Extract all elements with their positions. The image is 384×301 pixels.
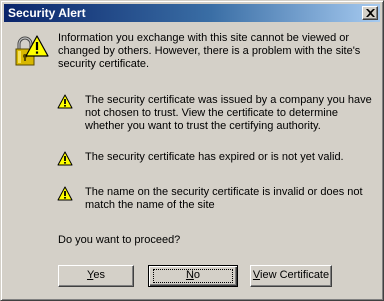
window-title: Security Alert: [8, 6, 86, 20]
yes-button[interactable]: Yes: [58, 265, 134, 287]
warning-icon: [57, 94, 73, 109]
warning-icon: [57, 186, 73, 201]
intro-text: Information you exchange with this site …: [58, 32, 361, 70]
security-alert-dialog: Security Alert Information you exchange …: [0, 0, 384, 301]
proceed-question: Do you want to proceed?: [58, 234, 181, 246]
view-certificate-label: iew Certificate: [260, 269, 330, 281]
close-button[interactable]: [362, 6, 378, 20]
view-certificate-button[interactable]: View Certificate: [250, 265, 332, 287]
padlock-warning-icon: [15, 35, 49, 66]
focus-ring: [153, 269, 233, 283]
warning-text: The security certificate has expired or …: [85, 151, 344, 163]
no-button[interactable]: No: [148, 265, 238, 287]
close-icon: [366, 9, 375, 17]
yes-label: es: [93, 269, 105, 281]
view-certificate-mnemonic: V: [252, 269, 261, 281]
warning-text: The name on the security certificate is …: [85, 186, 363, 211]
warning-text: The security certificate was issued by a…: [85, 94, 372, 132]
warning-icon: [57, 151, 73, 166]
title-bar[interactable]: Security Alert: [4, 4, 380, 22]
